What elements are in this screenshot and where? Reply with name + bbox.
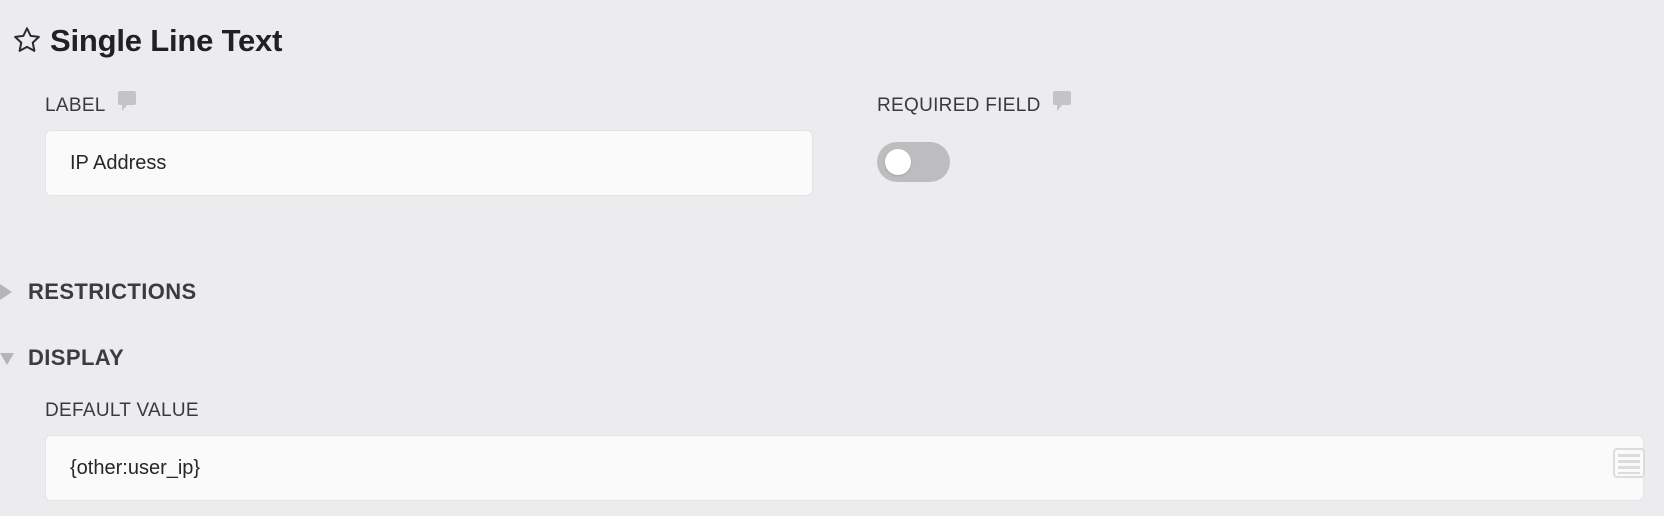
label-field-label: LABEL (45, 90, 136, 116)
comment-icon[interactable] (117, 90, 136, 111)
page-title: Single Line Text (50, 22, 283, 58)
page-header: Single Line Text (12, 18, 282, 62)
required-field-label: REQUIRED FIELD (877, 90, 1071, 116)
required-field-label-text: REQUIRED FIELD (877, 95, 1041, 116)
section-display[interactable]: DISPLAY (0, 343, 124, 373)
default-value-label: DEFAULT VALUE (45, 401, 199, 420)
default-value-label-text: DEFAULT VALUE (45, 400, 199, 421)
comment-icon[interactable] (1052, 90, 1071, 111)
caret-down-icon (0, 350, 14, 366)
caret-right-icon (0, 284, 14, 300)
label-field-label-text: LABEL (45, 95, 106, 116)
default-value-input[interactable] (45, 435, 1644, 501)
star-icon[interactable] (12, 25, 42, 55)
label-input[interactable] (45, 130, 813, 196)
section-restrictions[interactable]: RESTRICTIONS (0, 277, 197, 307)
section-title-display: DISPLAY (28, 345, 125, 370)
toggle-knob (885, 149, 911, 175)
required-field-toggle[interactable] (877, 142, 950, 182)
list-icon[interactable] (1613, 448, 1645, 478)
section-title-restrictions: RESTRICTIONS (28, 279, 197, 304)
